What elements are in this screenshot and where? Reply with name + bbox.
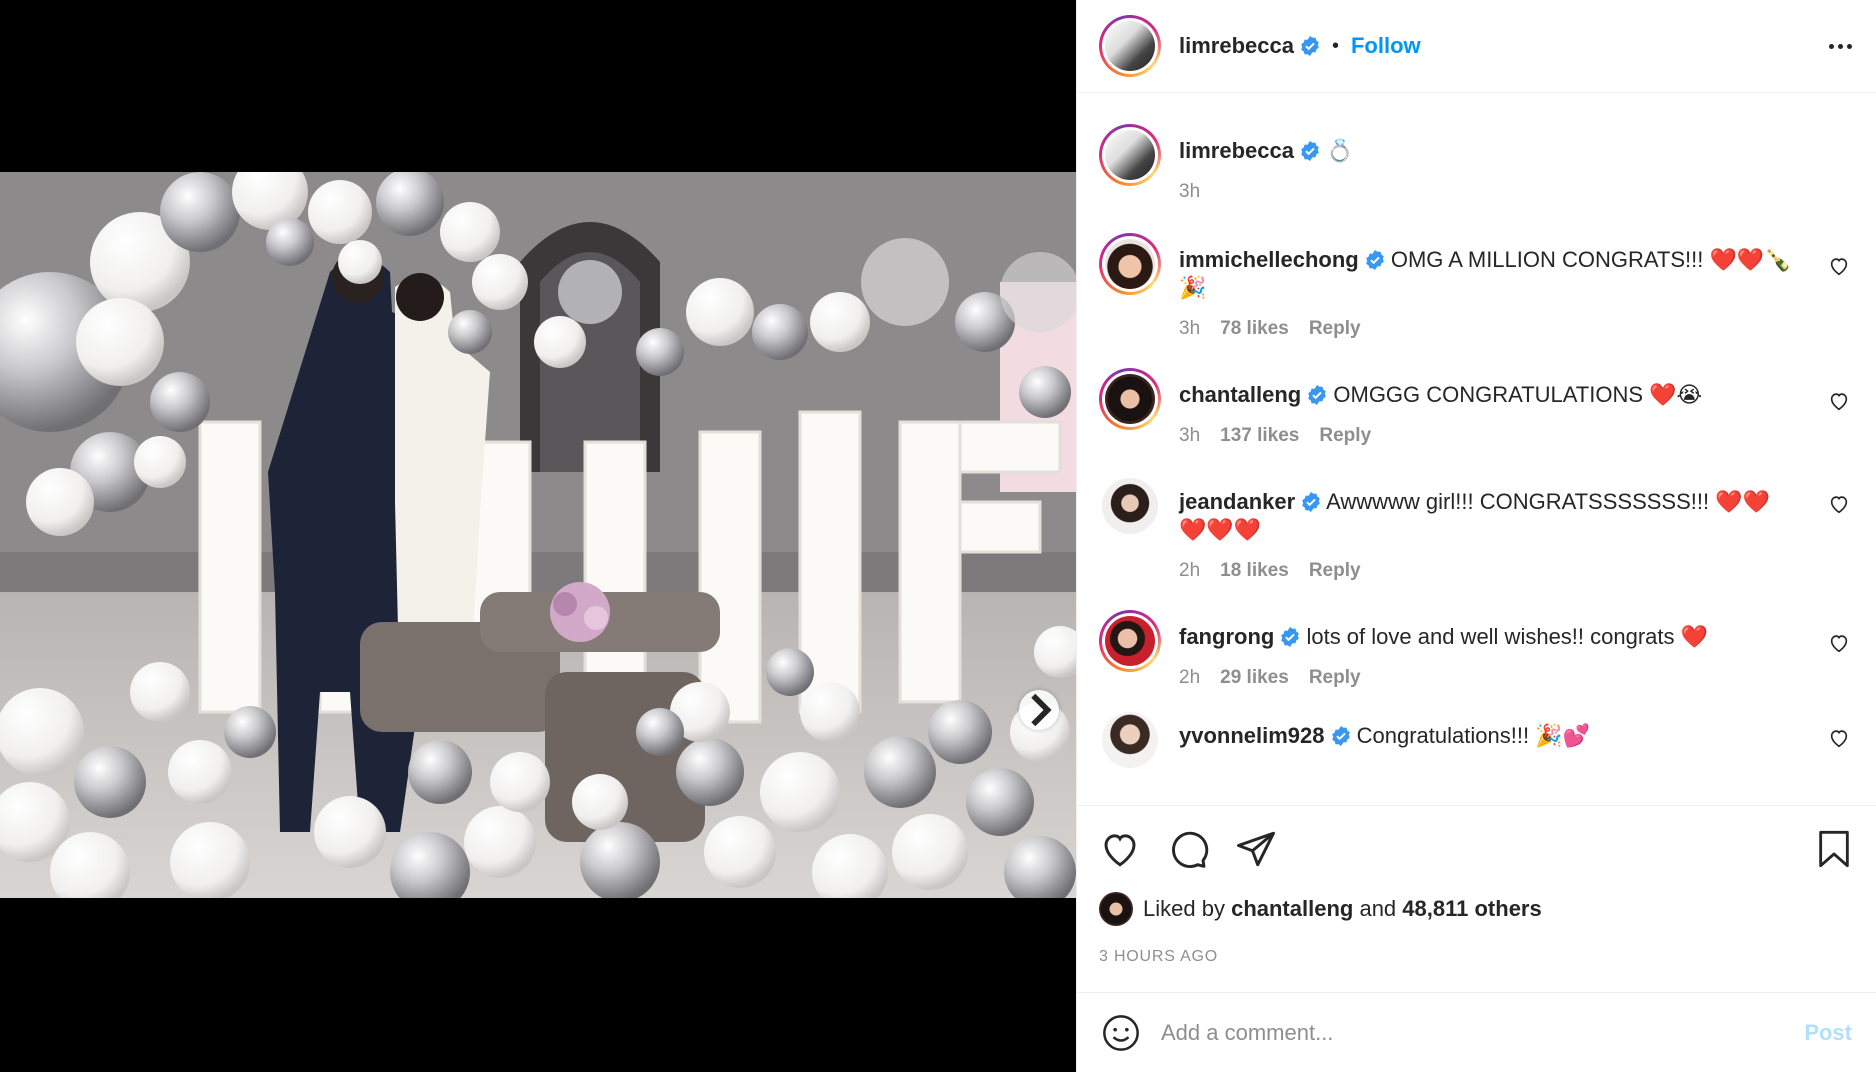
heart-icon[interactable] bbox=[1828, 727, 1850, 749]
caption-text: 💍 bbox=[1326, 138, 1354, 163]
separator: • bbox=[1331, 34, 1339, 57]
post-media bbox=[0, 0, 1076, 1072]
comment-time[interactable]: 2h bbox=[1179, 560, 1200, 582]
liked-by-and: and bbox=[1359, 896, 1397, 921]
caption-time[interactable]: 3h bbox=[1179, 181, 1200, 203]
comment: immichellechong OMG A MILLION CONGRATS!!… bbox=[1099, 233, 1852, 340]
instagram-post: limrebecca • Follow limrebecca 💍 3h immi… bbox=[0, 0, 1876, 1072]
avatar[interactable] bbox=[1102, 478, 1158, 534]
heart-icon[interactable] bbox=[1828, 390, 1850, 412]
post-photo[interactable] bbox=[0, 172, 1076, 898]
reply-button[interactable]: Reply bbox=[1309, 560, 1361, 582]
comment-username[interactable]: immichellechong bbox=[1179, 247, 1359, 272]
verified-icon bbox=[1280, 627, 1300, 647]
heart-icon[interactable] bbox=[1828, 493, 1850, 515]
liked-by-prefix: Liked by bbox=[1143, 896, 1225, 921]
emoji-icon[interactable] bbox=[1101, 1013, 1141, 1053]
comment-likes[interactable]: 29 likes bbox=[1220, 667, 1289, 689]
comment-text: OMGGG CONGRATULATIONS ❤️😭 bbox=[1333, 382, 1703, 407]
chevron-right-icon bbox=[1031, 693, 1052, 727]
comment-text: lots of love and well wishes!! congrats … bbox=[1306, 624, 1709, 649]
story-ring[interactable] bbox=[1099, 15, 1161, 77]
avatar bbox=[1105, 239, 1155, 289]
verified-icon bbox=[1300, 141, 1320, 161]
comment-time[interactable]: 3h bbox=[1179, 318, 1200, 340]
post-actions: Liked by chantalleng and 48,811 others 3… bbox=[1077, 805, 1876, 966]
author-username[interactable]: limrebecca bbox=[1179, 33, 1294, 59]
reply-button[interactable]: Reply bbox=[1309, 667, 1361, 689]
post-comment-button[interactable]: Post bbox=[1804, 1020, 1852, 1046]
post-timestamp[interactable]: 3 HOURS AGO bbox=[1099, 948, 1854, 966]
comment-likes[interactable]: 18 likes bbox=[1220, 560, 1289, 582]
comment-icon[interactable] bbox=[1167, 828, 1209, 870]
save-icon[interactable] bbox=[1814, 828, 1854, 870]
verified-icon bbox=[1331, 726, 1351, 746]
liked-by: Liked by chantalleng and 48,811 others bbox=[1099, 892, 1854, 926]
comment-username[interactable]: yvonnelim928 bbox=[1179, 723, 1325, 748]
avatar[interactable] bbox=[1099, 892, 1133, 926]
comment-username[interactable]: chantalleng bbox=[1179, 382, 1301, 407]
heart-icon[interactable] bbox=[1828, 255, 1850, 277]
avatar bbox=[1105, 21, 1155, 71]
comment: yvonnelim928 Congratulations!!! 🎉💕 bbox=[1099, 709, 1852, 771]
comment-time[interactable]: 2h bbox=[1179, 667, 1200, 689]
share-icon[interactable] bbox=[1235, 828, 1277, 870]
comment-text: Congratulations!!! 🎉💕 bbox=[1356, 723, 1590, 748]
caption-username[interactable]: limrebecca bbox=[1179, 138, 1294, 163]
verified-icon bbox=[1365, 250, 1385, 270]
comment: jeandanker Awwwww girl!!! CONGRATSSSSSSS… bbox=[1099, 475, 1852, 582]
follow-button[interactable]: Follow bbox=[1351, 33, 1421, 59]
avatar[interactable] bbox=[1102, 712, 1158, 768]
add-comment-bar: Post bbox=[1077, 992, 1876, 1072]
avatar bbox=[1105, 374, 1155, 424]
verified-icon bbox=[1307, 385, 1327, 405]
comment: fangrong lots of love and well wishes!! … bbox=[1099, 610, 1852, 689]
comment: chantalleng OMGGG CONGRATULATIONS ❤️😭 3h… bbox=[1099, 368, 1852, 447]
caption: limrebecca 💍 3h bbox=[1099, 124, 1852, 203]
more-options-icon[interactable] bbox=[1829, 43, 1852, 49]
reply-button[interactable]: Reply bbox=[1309, 318, 1361, 340]
story-ring[interactable] bbox=[1099, 124, 1161, 186]
comment-username[interactable]: fangrong bbox=[1179, 624, 1274, 649]
heart-icon[interactable] bbox=[1828, 632, 1850, 654]
verified-icon bbox=[1300, 36, 1320, 56]
comments-list[interactable]: limrebecca 💍 3h immichellechong OMG A MI… bbox=[1077, 94, 1876, 804]
heart-icon[interactable] bbox=[1099, 828, 1141, 870]
story-ring[interactable] bbox=[1099, 233, 1161, 295]
comment-likes[interactable]: 137 likes bbox=[1220, 425, 1299, 447]
avatar bbox=[1105, 130, 1155, 180]
comment-time[interactable]: 3h bbox=[1179, 425, 1200, 447]
story-ring[interactable] bbox=[1099, 610, 1161, 672]
next-photo-button[interactable] bbox=[1019, 690, 1059, 730]
liked-by-user[interactable]: chantalleng bbox=[1231, 896, 1353, 922]
proposal-scene bbox=[0, 172, 1076, 898]
post-header: limrebecca • Follow bbox=[1077, 0, 1876, 93]
comment-input[interactable] bbox=[1161, 1019, 1805, 1046]
reply-button[interactable]: Reply bbox=[1319, 425, 1371, 447]
liked-by-others[interactable]: 48,811 others bbox=[1402, 896, 1541, 922]
comment-likes[interactable]: 78 likes bbox=[1220, 318, 1289, 340]
verified-icon bbox=[1301, 492, 1321, 512]
story-ring[interactable] bbox=[1099, 368, 1161, 430]
avatar bbox=[1105, 616, 1155, 666]
comment-username[interactable]: jeandanker bbox=[1179, 489, 1295, 514]
post-sidebar: limrebecca • Follow limrebecca 💍 3h immi… bbox=[1076, 0, 1876, 1072]
